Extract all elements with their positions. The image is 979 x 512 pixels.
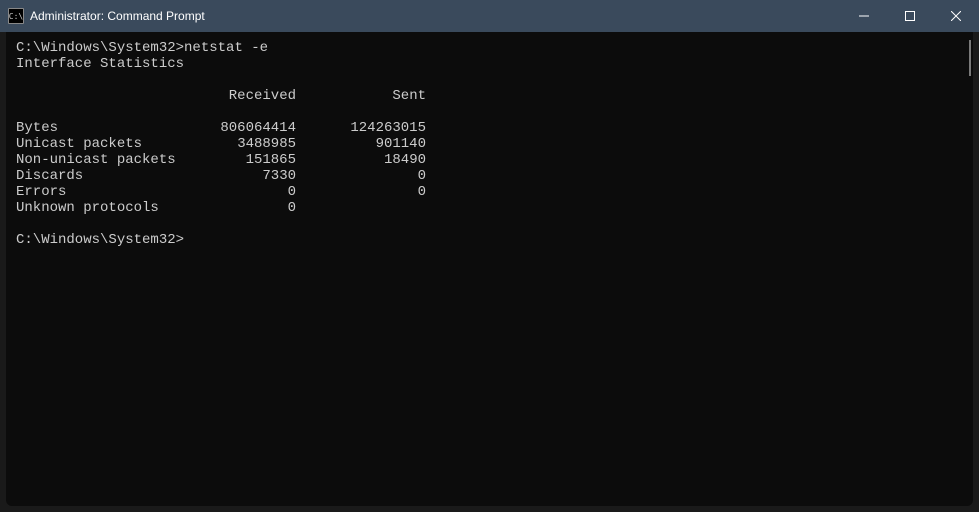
close-button[interactable] bbox=[933, 0, 979, 32]
terminal-output[interactable]: C:\Windows\System32>netstat -e Interface… bbox=[6, 32, 973, 506]
stat-row: Unknown protocols0 bbox=[16, 200, 963, 216]
row-label: Unknown protocols bbox=[16, 200, 176, 216]
row-received: 7330 bbox=[176, 168, 296, 184]
prompt-path: C:\Windows\System32> bbox=[16, 232, 184, 248]
row-label: Non-unicast packets bbox=[16, 152, 176, 168]
scrollbar-thumb[interactable] bbox=[969, 40, 971, 76]
row-received: 0 bbox=[176, 200, 296, 216]
window-titlebar[interactable]: C:\ Administrator: Command Prompt bbox=[0, 0, 979, 32]
row-received: 151865 bbox=[176, 152, 296, 168]
maximize-icon bbox=[905, 11, 915, 21]
minimize-icon bbox=[859, 11, 869, 21]
col-header-received: Received bbox=[176, 88, 296, 104]
row-label: Unicast packets bbox=[16, 136, 176, 152]
stat-row: Discards73300 bbox=[16, 168, 963, 184]
row-sent: 0 bbox=[296, 168, 426, 184]
row-sent: 0 bbox=[296, 184, 426, 200]
row-received: 3488985 bbox=[176, 136, 296, 152]
app-icon: C:\ bbox=[8, 8, 24, 24]
prompt-command: netstat -e bbox=[184, 40, 268, 56]
blank-line bbox=[16, 216, 963, 232]
close-icon bbox=[951, 11, 961, 21]
prompt-line: C:\Windows\System32>netstat -e bbox=[16, 40, 963, 56]
row-received: 0 bbox=[176, 184, 296, 200]
row-sent: 901140 bbox=[296, 136, 426, 152]
stat-row: Non-unicast packets15186518490 bbox=[16, 152, 963, 168]
stat-row: Errors00 bbox=[16, 184, 963, 200]
row-label: Discards bbox=[16, 168, 176, 184]
stat-row: Unicast packets3488985901140 bbox=[16, 136, 963, 152]
prompt-path: C:\Windows\System32> bbox=[16, 40, 184, 56]
blank-line bbox=[16, 104, 963, 120]
column-headers: ReceivedSent bbox=[16, 88, 963, 104]
row-label: Errors bbox=[16, 184, 176, 200]
maximize-button[interactable] bbox=[887, 0, 933, 32]
prompt-line: C:\Windows\System32> bbox=[16, 232, 963, 248]
blank-line bbox=[16, 72, 963, 88]
output-heading: Interface Statistics bbox=[16, 56, 963, 72]
stat-row: Bytes806064414124263015 bbox=[16, 120, 963, 136]
row-sent: 18490 bbox=[296, 152, 426, 168]
window-title: Administrator: Command Prompt bbox=[30, 9, 205, 23]
minimize-button[interactable] bbox=[841, 0, 887, 32]
row-label: Bytes bbox=[16, 120, 176, 136]
col-header-sent: Sent bbox=[296, 88, 426, 104]
row-received: 806064414 bbox=[176, 120, 296, 136]
row-sent: 124263015 bbox=[296, 120, 426, 136]
